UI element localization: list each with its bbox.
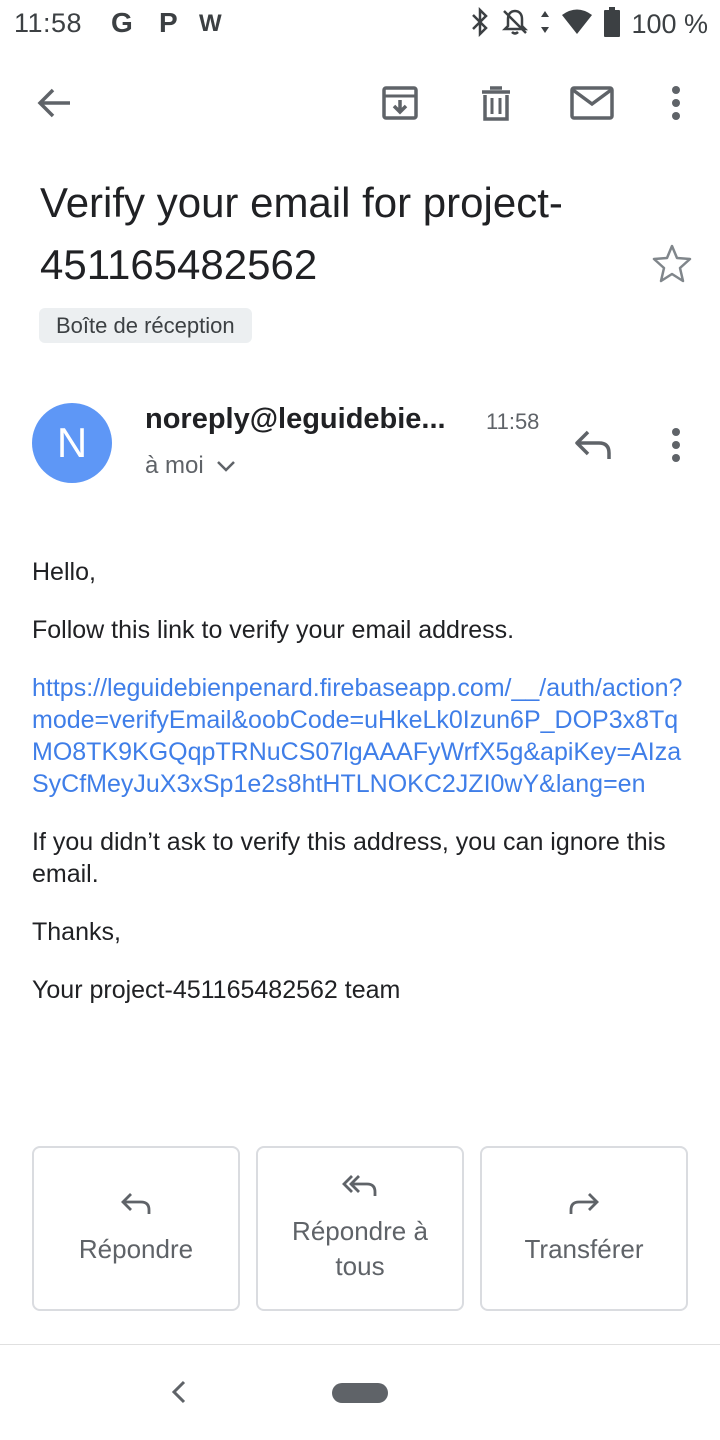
archive-icon[interactable] <box>372 75 428 131</box>
reply-label: Répondre <box>78 1233 194 1264</box>
nav-back-icon[interactable] <box>166 1379 192 1410</box>
reply-icon <box>120 1191 152 1222</box>
nav-home-pill[interactable] <box>332 1383 388 1403</box>
verification-link[interactable]: https://leguidebienpenard.firebaseapp.co… <box>32 672 692 800</box>
reply-icon[interactable] <box>565 417 621 473</box>
p-app-icon: P <box>159 7 178 38</box>
delete-icon[interactable] <box>468 75 524 131</box>
email-body: Hello, Follow this link to verify your e… <box>32 556 692 1032</box>
email-subject: Verify your email for project-4511654825… <box>40 179 563 288</box>
data-arrows-icon <box>539 7 551 42</box>
forward-icon <box>568 1191 600 1222</box>
avatar: N <box>32 403 112 483</box>
recipient-toggle[interactable]: à moi <box>145 452 236 480</box>
inbox-label-chip[interactable]: Boîte de réception <box>39 308 252 343</box>
more-vert-icon[interactable] <box>648 75 704 131</box>
reply-button[interactable]: Répondre <box>32 1146 240 1311</box>
recipient-label: à moi <box>145 452 204 479</box>
body-ignore-note: If you didn’t ask to verify this address… <box>32 828 666 888</box>
body-intro: Follow this link to verify your email ad… <box>32 616 515 644</box>
battery-percent: 100 % <box>631 9 708 39</box>
status-time: 11:58 <box>14 8 83 38</box>
sender-more-vert-icon[interactable] <box>648 417 704 473</box>
chevron-down-icon <box>216 452 236 480</box>
body-greeting: Hello, <box>32 558 96 586</box>
notifications-off-icon <box>501 7 529 42</box>
body-thanks: Thanks, <box>32 918 121 946</box>
bluetooth-icon <box>469 6 491 42</box>
sender-name[interactable]: noreply@leguidebie... <box>145 403 470 436</box>
sender-time: 11:58 <box>486 409 540 434</box>
forward-button[interactable]: Transférer <box>480 1146 688 1311</box>
status-bar: 11:58 G P W 100 % <box>0 0 720 52</box>
body-signature: Your project-451165482562 team <box>32 976 401 1004</box>
reply-all-button[interactable]: Répondre à tous <box>256 1146 464 1311</box>
reply-all-icon <box>342 1173 378 1204</box>
mail-unread-icon[interactable] <box>564 75 620 131</box>
w-app-icon: W <box>199 10 222 37</box>
google-app-icon: G <box>111 7 133 38</box>
wifi-icon <box>561 8 593 41</box>
system-nav-bar <box>0 1344 720 1440</box>
reply-all-label: Répondre à tous <box>292 1216 428 1281</box>
battery-icon <box>603 6 621 43</box>
back-arrow-icon[interactable] <box>27 75 83 131</box>
forward-label: Transférer <box>524 1233 644 1264</box>
star-icon[interactable] <box>644 235 700 291</box>
